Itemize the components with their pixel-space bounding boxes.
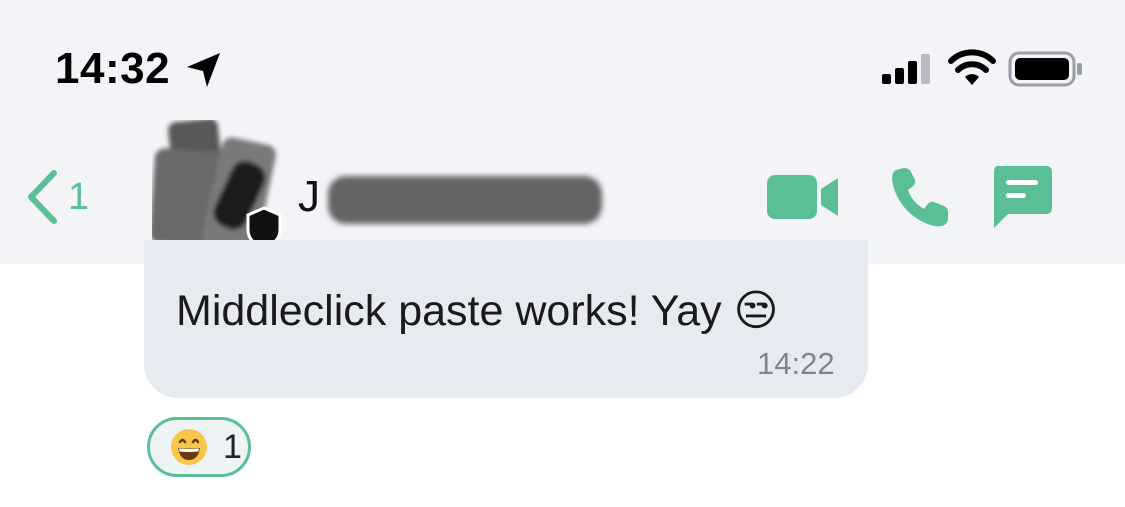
grinning-face-emoji — [171, 429, 207, 465]
name-redaction — [328, 176, 602, 224]
contact-name[interactable]: J — [298, 172, 320, 222]
chat-screen: 14:32 1 J Middleclick paste works! Yay 😒… — [0, 0, 1125, 507]
cellular-signal-icon — [882, 54, 930, 84]
wifi-icon — [948, 49, 996, 85]
message-square-icon[interactable] — [990, 164, 1054, 230]
location-arrow-icon — [187, 53, 220, 87]
contact-avatar[interactable] — [152, 120, 282, 255]
phone-icon[interactable] — [888, 166, 952, 230]
reaction-pill[interactable]: 1 — [147, 417, 251, 477]
back-button[interactable]: 1 — [24, 166, 104, 228]
message-timestamp: 14:22 — [757, 346, 835, 381]
unread-count: 1 — [68, 175, 90, 218]
chevron-left-icon — [28, 170, 57, 224]
video-camera-icon[interactable] — [766, 170, 840, 224]
status-time: 14:32 — [55, 44, 171, 93]
battery-icon — [1008, 51, 1082, 87]
message-text: Middleclick paste works! Yay 😒 — [176, 287, 779, 335]
reaction-count: 1 — [223, 427, 242, 466]
